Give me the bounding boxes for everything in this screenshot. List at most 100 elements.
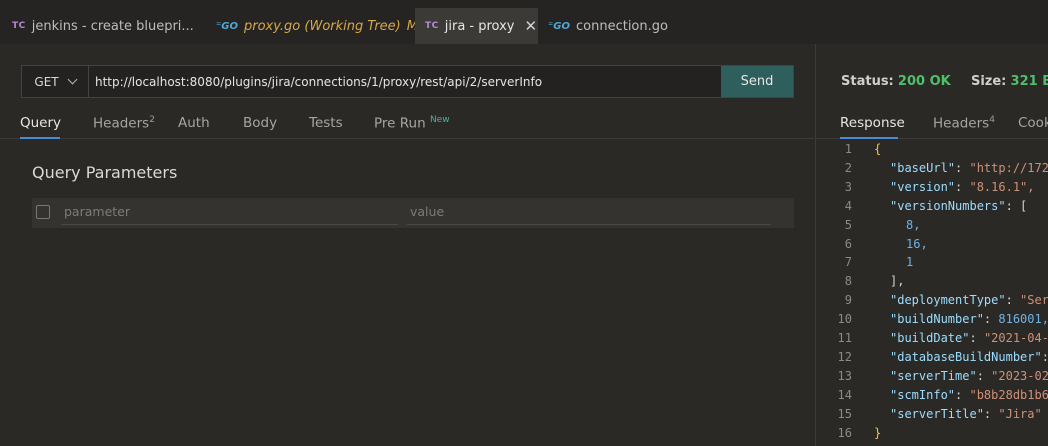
code-line: 4 "versionNumbers": [ (816, 199, 1048, 218)
close-icon[interactable]: ✕ (525, 17, 538, 35)
new-badge: New (429, 115, 450, 125)
line-number: 8 (844, 274, 852, 289)
json-key: "buildDate" (890, 331, 970, 345)
editor-tab-bar: TC jenkins - create bluepri... ⁼GO proxy… (0, 0, 1048, 44)
go-file-icon: ⁼GO (548, 20, 570, 32)
code-line: 12 "databaseBuildNumber": (816, 350, 1048, 369)
json-colon: : (976, 368, 992, 383)
json-key: "version" (890, 179, 956, 194)
send-button[interactable]: Send (721, 66, 793, 97)
code-line: 14 "scmInfo": "b8b28db1b68 (816, 388, 1048, 407)
tab-label: jenkins - create bluepri... (31, 18, 194, 34)
json-colon: : (1042, 350, 1048, 364)
line-number: 4 (844, 198, 852, 213)
line-number: 2 (844, 160, 852, 175)
line-number: 9 (844, 293, 852, 308)
status-value: 200 OK (897, 74, 951, 89)
line-number: 14 (837, 387, 852, 402)
json-token: { (874, 142, 882, 156)
param-name-input[interactable]: parameter (61, 198, 398, 225)
code-line: 13 "serverTime": "2023-02- (816, 369, 1048, 388)
tab-tests[interactable]: Tests (309, 115, 343, 131)
json-token: 1 (906, 255, 914, 270)
json-colon: : (955, 387, 970, 402)
response-headers-count: 4 (989, 115, 995, 125)
line-number: 16 (837, 425, 852, 440)
code-content: 16, (906, 237, 928, 251)
line-number: 11 (837, 331, 852, 345)
code-content: "scmInfo": "b8b28db1b68 (890, 388, 1048, 402)
chevron-down-icon (67, 74, 78, 85)
tab-headers[interactable]: Headers2 (93, 115, 155, 132)
headers-count: 2 (149, 115, 155, 125)
request-tabs: Query Headers2 Auth Body Tests Pre Run N… (0, 110, 814, 139)
method-select[interactable]: GET (22, 66, 89, 97)
code-content: "buildDate": "2021-04-1 (890, 331, 1048, 345)
thunder-client-icon: TC (12, 21, 26, 31)
active-tab-indicator (20, 137, 60, 139)
code-line: 5 8, (816, 218, 1048, 237)
json-colon: : (955, 160, 970, 175)
json-key: "serverTime" (890, 368, 977, 383)
code-content: "serverTitle": "Jira" (890, 407, 1042, 421)
code-line: 3 "version": "8.16.1", (816, 180, 1048, 199)
thunder-client-icon: TC (425, 21, 439, 31)
code-line: 2 "baseUrl": "http://172. (816, 161, 1048, 180)
go-file-icon: ⁼GO (216, 20, 238, 32)
status-label: Status: (841, 74, 894, 89)
json-colon: : (1005, 293, 1021, 308)
url-input[interactable]: http://localhost:8080/plugins/jira/conne… (89, 66, 721, 97)
tab-response[interactable]: Response (840, 115, 905, 131)
json-key: "serverTitle" (890, 406, 984, 421)
json-value: "b8b28db1b68 (969, 387, 1048, 402)
code-content: 8, (906, 218, 920, 232)
query-parameters-title: Query Parameters (32, 163, 178, 182)
active-tab-indicator (840, 137, 898, 139)
line-number: 1 (844, 142, 852, 156)
json-key: "deploymentType" (890, 293, 1006, 308)
tab-response-headers[interactable]: Headers4 (933, 115, 995, 132)
code-content: "buildNumber": 816001, (890, 312, 1048, 326)
tab-connection-go[interactable]: ⁼GO connection.go (538, 8, 678, 44)
code-line: 71 (816, 255, 1048, 274)
tab-label: connection.go (576, 18, 668, 34)
code-content: ], (890, 274, 904, 288)
code-content: { (874, 142, 881, 156)
code-line: 6 16, (816, 237, 1048, 256)
json-value: [ (1020, 198, 1028, 213)
json-value: "8.16.1", (969, 179, 1035, 194)
json-colon: : (983, 312, 999, 327)
code-line: 15 "serverTitle": "Jira" (816, 407, 1048, 426)
tab-query[interactable]: Query (20, 115, 61, 131)
tab-body[interactable]: Body (243, 115, 277, 131)
code-content: "baseUrl": "http://172. (890, 161, 1048, 175)
tab-auth[interactable]: Auth (178, 115, 210, 131)
json-value: "2023-02- (991, 368, 1048, 383)
code-line: 10 "buildNumber": 816001, (816, 312, 1048, 331)
query-param-row: parameter value (32, 198, 794, 228)
tab-jenkins-create-blueprint[interactable]: TC jenkins - create bluepri... (2, 8, 204, 44)
tab-pre-run-label: Pre Run (374, 115, 426, 132)
code-content: } (874, 426, 881, 440)
json-colon: : (983, 406, 999, 421)
tab-jira-proxy[interactable]: TC jira - proxy ✕ (415, 8, 538, 44)
json-key: "databaseBuildNumber" (890, 349, 1042, 364)
size-value: 321 Bytes (1010, 74, 1048, 89)
code-line: 1{ (816, 142, 1048, 161)
json-value: "http://172. (969, 160, 1048, 175)
line-number: 12 (837, 349, 852, 364)
tab-cookies[interactable]: Cook (1018, 115, 1048, 131)
tab-proxy-go[interactable]: ⁼GO proxy.go (Working Tree) M (206, 8, 428, 44)
code-line: 11 "buildDate": "2021-04-1 (816, 331, 1048, 350)
code-content: "databaseBuildNumber": (890, 350, 1048, 364)
json-key: "buildNumber" (890, 312, 984, 327)
method-value: GET (34, 74, 59, 89)
tab-headers-label: Headers (93, 115, 150, 132)
code-content: "deploymentType": "Serv (890, 293, 1048, 307)
param-value-input[interactable]: value (407, 198, 771, 225)
line-number: 10 (837, 312, 852, 327)
tab-pre-run[interactable]: Pre Run New (374, 115, 450, 132)
param-enabled-checkbox[interactable] (36, 205, 50, 219)
line-number: 7 (844, 255, 852, 270)
code-content: 1 (906, 255, 913, 269)
